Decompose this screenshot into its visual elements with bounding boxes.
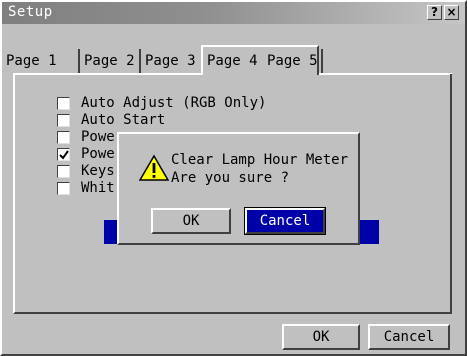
- checkbox[interactable]: [57, 114, 70, 127]
- dialog-cancel-button[interactable]: Cancel: [244, 207, 326, 235]
- window-title: Setup: [8, 4, 53, 20]
- tab-page-3[interactable]: Page 3: [142, 50, 199, 72]
- checkbox-checked[interactable]: [57, 148, 70, 161]
- option-label: Whit: [81, 180, 115, 196]
- tab-page-5[interactable]: Page 5: [264, 50, 321, 72]
- check-mark-icon: [59, 150, 69, 160]
- checkbox[interactable]: [57, 131, 70, 144]
- warning-icon: [139, 154, 169, 181]
- help-button[interactable]: ?: [427, 5, 442, 20]
- checkbox[interactable]: [57, 165, 70, 178]
- checkbox[interactable]: [57, 97, 70, 110]
- tab-divider: [139, 49, 141, 73]
- cancel-button[interactable]: Cancel: [368, 324, 450, 350]
- dialog-question: Are you sure ?: [171, 170, 290, 186]
- dialog-message: Clear Lamp Hour Meter: [171, 152, 349, 168]
- option-label: Auto Start: [81, 112, 166, 128]
- confirm-dialog: Clear Lamp Hour Meter Are you sure ? OK …: [117, 132, 360, 245]
- title-bar[interactable]: Setup ? ×: [2, 2, 465, 24]
- option-label: Keys: [81, 163, 115, 179]
- tab-page-4[interactable]: Page 4: [204, 50, 261, 72]
- dialog-ok-button[interactable]: OK: [151, 208, 231, 234]
- ok-button[interactable]: OK: [282, 324, 360, 350]
- option-label: Powe: [81, 146, 115, 162]
- setup-window: Setup ? × Page 1 Page 2 Page 3 Page 4 Pa…: [0, 0, 467, 356]
- option-label: Auto Adjust (RGB Only): [81, 95, 267, 111]
- tab-page-1[interactable]: Page 1: [3, 50, 60, 72]
- close-button[interactable]: ×: [444, 5, 459, 20]
- tab-divider: [321, 49, 323, 73]
- checkbox[interactable]: [57, 182, 70, 195]
- option-label: Powe: [81, 129, 115, 145]
- tab-divider: [78, 49, 80, 73]
- tab-page-2[interactable]: Page 2: [81, 50, 138, 72]
